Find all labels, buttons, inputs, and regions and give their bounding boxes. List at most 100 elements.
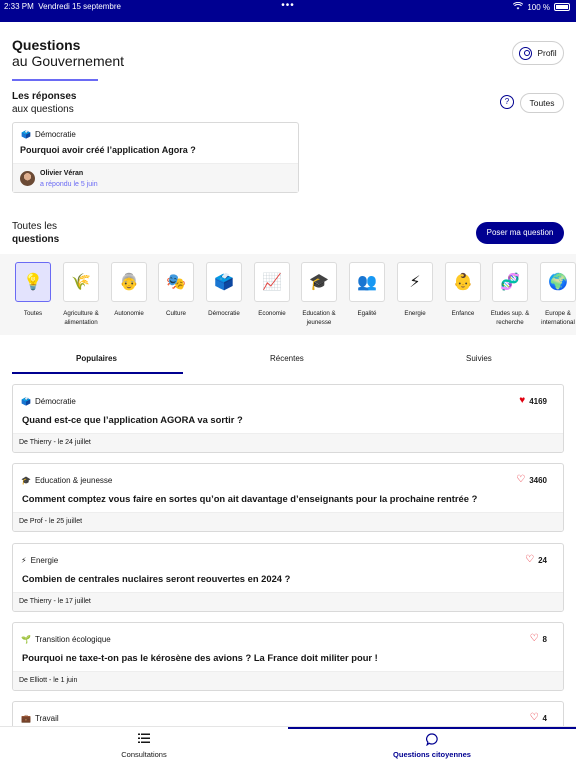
- chat-bubble-icon: [288, 733, 576, 747]
- question-card[interactable]: 🗳️ Démocratie ♥ 4169 Quand est-ce que l’…: [12, 384, 564, 453]
- theater-masks-icon: 🎭: [158, 262, 194, 302]
- page-title: Questions: [12, 37, 81, 53]
- like-button[interactable]: ♡ 8: [530, 634, 547, 644]
- bottom-navigation: Consultations Questions citoyennes: [0, 726, 576, 768]
- tab-suivies[interactable]: Suivies: [466, 354, 492, 363]
- question-text: Comment comptez vous faire en sortes qu’…: [22, 493, 478, 504]
- category-label: Energie: [404, 310, 426, 317]
- category-item-culture[interactable]: 🎭 Culture: [154, 262, 198, 318]
- status-bar: 2:33 PM Vendredi 15 septembre ••• 100 %: [0, 0, 576, 22]
- category-label: Etudes sup. & recherche: [490, 310, 530, 326]
- like-count: 4169: [529, 396, 547, 406]
- question-text: Quand est-ce que l’application AGORA va …: [22, 414, 243, 425]
- tab-recentes[interactable]: Récentes: [270, 354, 304, 363]
- nav-consultations-label: Consultations: [121, 750, 167, 759]
- category-item-energie[interactable]: ⚡ Energie: [393, 262, 437, 318]
- answer-question: Pourquoi avoir créé l’application Agora …: [20, 145, 196, 155]
- dna-icon: 🧬: [492, 262, 528, 302]
- category-item-europe[interactable]: 🌍 Europe & international: [536, 262, 576, 327]
- category-item-enfance[interactable]: 👶 Enfance: [441, 262, 485, 318]
- question-category: ⚡ Energie: [21, 556, 59, 565]
- globe-icon: 🌍: [540, 262, 576, 302]
- like-button[interactable]: ♡ 3460: [516, 475, 547, 485]
- profile-button[interactable]: Profil: [512, 41, 564, 65]
- status-right: 100 %: [513, 1, 570, 12]
- question-footer: De Prof - le 25 juillet: [13, 512, 563, 531]
- help-icon[interactable]: ?: [500, 95, 514, 109]
- wifi-icon: [513, 1, 524, 12]
- baby-icon: 👶: [445, 262, 481, 302]
- question-footer: De Thierry - le 24 juillet: [13, 433, 563, 452]
- ballot-box-icon: 🗳️: [21, 397, 31, 406]
- multitask-dots: •••: [281, 0, 295, 11]
- page-subtitle: au Gouvernement: [12, 53, 125, 69]
- question-card[interactable]: ⚡ Energie ♡ 24 Combien de centrales nucl…: [12, 543, 564, 612]
- people-icon: 👥: [349, 262, 385, 302]
- seedling-icon: 🌱: [21, 635, 31, 644]
- heart-outline-icon: ♡: [525, 554, 535, 565]
- heart-outline-icon: ♡: [529, 712, 539, 723]
- heart-outline-icon: ♡: [529, 633, 539, 644]
- questions-title: Toutes les: [12, 221, 58, 232]
- category-label: Education & jeunesse: [302, 310, 336, 326]
- list-icon: [0, 733, 288, 747]
- like-button[interactable]: ♥ 4169: [519, 396, 547, 406]
- category-item-egalite[interactable]: 👥 Egalité: [345, 262, 389, 318]
- category-item-etudes-sup[interactable]: 🧬 Etudes sup. & recherche: [488, 262, 532, 327]
- user-icon: [519, 46, 533, 60]
- question-category: 🌱 Transition écologique: [21, 635, 111, 644]
- answer-footer: Olivier Véran a répondu le 5 juin: [13, 163, 298, 192]
- question-category: 🎓 Education & jeunesse: [21, 476, 113, 485]
- answer-card[interactable]: 🗳️ Démocratie Pourquoi avoir créé l’appl…: [12, 122, 299, 193]
- nav-consultations[interactable]: Consultations: [0, 733, 288, 759]
- like-count: 24: [538, 555, 547, 565]
- category-item-autonomie[interactable]: 👵 Autonomie: [107, 262, 151, 318]
- question-text: Pourquoi ne taxe-t-on pas le kérosène de…: [22, 652, 378, 663]
- like-button[interactable]: ♡ 4: [530, 713, 547, 723]
- app-screen: 2:33 PM Vendredi 15 septembre ••• 100 % …: [0, 0, 576, 768]
- profile-label: Profil: [537, 48, 557, 58]
- wheat-icon: 🌾: [63, 262, 99, 302]
- active-tab-indicator: [12, 372, 183, 374]
- category-item-education[interactable]: 🎓 Education & jeunesse: [297, 262, 341, 327]
- like-count: 4: [542, 713, 547, 723]
- avatar: [20, 171, 35, 186]
- all-responses-button[interactable]: Toutes: [520, 93, 564, 113]
- question-card[interactable]: 🌱 Transition écologique ♡ 8 Pourquoi ne …: [12, 622, 564, 691]
- ask-question-button[interactable]: Poser ma question: [476, 222, 564, 244]
- question-card[interactable]: 🎓 Education & jeunesse ♡ 3460 Comment co…: [12, 463, 564, 532]
- graduation-cap-icon: 🎓: [301, 262, 337, 302]
- graduation-cap-icon: 🎓: [21, 476, 31, 485]
- ballot-box-icon: 🗳️: [21, 130, 31, 139]
- category-label: Egalité: [357, 310, 377, 317]
- question-text: Combien de centrales nuclaires seront re…: [22, 573, 291, 584]
- category-item-agriculture[interactable]: 🌾 Agriculture & alimentation: [59, 262, 103, 327]
- category-label: Economie: [258, 310, 286, 317]
- category-label: Agriculture & alimentation: [63, 310, 99, 326]
- category-item-economie[interactable]: 📈 Economie: [250, 262, 294, 318]
- category-label: Toutes: [23, 310, 43, 317]
- category-label: Autonomie: [114, 310, 144, 317]
- answer-date: a répondu le 5 juin: [40, 181, 98, 188]
- question-footer: De Thierry - le 17 juillet: [13, 592, 563, 611]
- like-count: 8: [542, 634, 547, 644]
- category-label: Europe & international: [541, 310, 575, 326]
- category-item-democratie[interactable]: 🗳️ Démocratie: [202, 262, 246, 318]
- like-button[interactable]: ♡ 24: [525, 555, 547, 565]
- category-item-toutes[interactable]: 💡 Toutes: [11, 262, 55, 318]
- heart-filled-icon: ♥: [519, 395, 526, 406]
- nav-questions-citoyennes[interactable]: Questions citoyennes: [288, 733, 576, 759]
- category-filter-strip: 💡 Toutes 🌾 Agriculture & alimentation 👵 …: [0, 254, 576, 335]
- battery-level: 100 %: [527, 2, 550, 12]
- lightning-icon: ⚡: [21, 556, 27, 565]
- responses-title: Les réponses: [12, 91, 77, 102]
- category-label: Démocratie: [208, 310, 240, 317]
- lightning-icon: ⚡: [397, 262, 433, 302]
- category-label: Enfance: [451, 310, 475, 317]
- tab-populaires[interactable]: Populaires: [76, 354, 117, 363]
- battery-icon: [554, 3, 570, 11]
- active-nav-indicator: [288, 727, 576, 729]
- elderly-icon: 👵: [111, 262, 147, 302]
- responses-subtitle: aux questions: [12, 104, 74, 115]
- category-label: Culture: [166, 310, 186, 317]
